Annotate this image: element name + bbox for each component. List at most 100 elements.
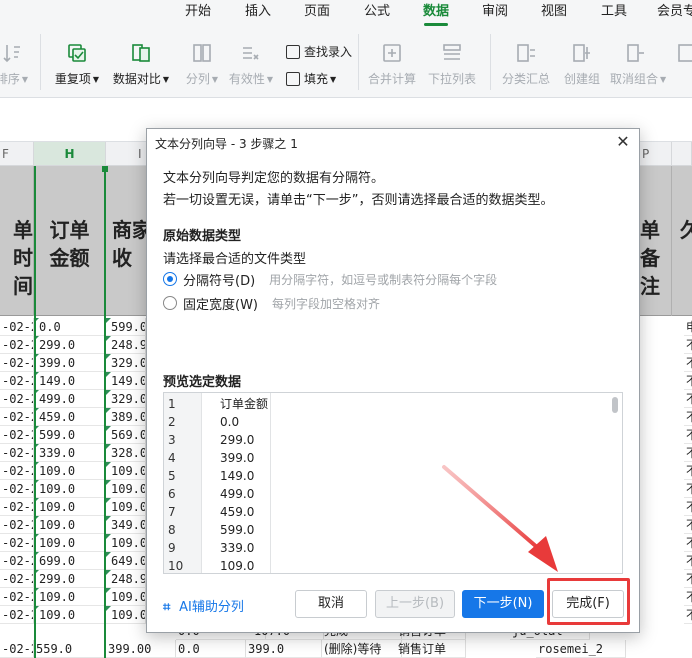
table-cell[interactable]: 248.9 [106, 570, 146, 588]
table-cell[interactable]: 149.0 [34, 372, 106, 390]
table-cell[interactable]: 0.0 [34, 318, 106, 336]
table-cell[interactable]: rosemei_2 [536, 640, 626, 658]
table-cell[interactable]: -02-2 [0, 570, 34, 588]
table-cell[interactable]: -02-2 [0, 480, 34, 498]
table-cell[interactable]: 149.0 [106, 372, 146, 390]
table-cell[interactable]: 不 [684, 516, 692, 534]
table-cell[interactable]: 649.0 [106, 552, 146, 570]
close-icon[interactable]: ✕ [613, 132, 633, 152]
table-cell[interactable]: 699.0 [34, 552, 106, 570]
table-cell[interactable]: -02-2 [0, 444, 34, 462]
table-cell[interactable]: 339.0 [34, 444, 106, 462]
table-cell[interactable]: 不 [684, 462, 692, 480]
cancel-button[interactable]: 取消 [295, 590, 367, 618]
table-cell[interactable]: 109.0 [106, 498, 146, 516]
radio-fixed-width[interactable] [163, 296, 177, 310]
tab-view[interactable]: 视图 [541, 0, 567, 26]
split-button[interactable]: 分列 ▼ [180, 42, 224, 87]
option-fixed-width[interactable]: 固定宽度(W) 每列字段加空格对齐 [163, 293, 380, 313]
table-cell[interactable]: 不 [684, 498, 692, 516]
table-cell[interactable]: 569.0 [106, 426, 146, 444]
table-cell[interactable]: -02-2 [0, 318, 34, 336]
table-cell[interactable]: 不 [684, 534, 692, 552]
column-header-q[interactable] [672, 142, 692, 166]
tab-tools[interactable]: 工具 [601, 0, 627, 26]
compare-button[interactable]: 数据对比 ▼ [110, 42, 172, 87]
table-cell[interactable]: 不 [684, 354, 692, 372]
table-cell[interactable]: -02-2 [0, 640, 34, 658]
table-cell[interactable]: 109.0 [34, 606, 106, 624]
table-cell[interactable]: -02-2 [0, 390, 34, 408]
table-cell[interactable]: 109.0 [34, 498, 106, 516]
preview-pane[interactable]: 1 订单金额 2 0.0 3 299.0 4 399.0 5 149.0 6 499.0 7 459.0 8… [163, 392, 623, 574]
more-toolbar-button[interactable] [672, 42, 692, 64]
table-cell[interactable]: 0.0 [176, 640, 246, 658]
table-cell[interactable]: 销售订单 [396, 640, 466, 658]
ungroup-button[interactable]: 取消组合 ▼ [610, 42, 666, 87]
table-cell[interactable]: 299.0 [34, 570, 106, 588]
table-cell[interactable]: 499.0 [34, 390, 106, 408]
table-cell[interactable]: 不 [684, 336, 692, 354]
header-order-time[interactable]: 单时间 [0, 166, 34, 316]
table-cell[interactable]: 109.0 [34, 480, 106, 498]
column-header-h[interactable]: H [34, 142, 106, 166]
table-cell[interactable]: 599.0 [106, 318, 146, 336]
table-cell[interactable]: -02-2 [0, 606, 34, 624]
preview-scrollbar[interactable] [612, 397, 618, 413]
table-cell[interactable]: -02-2 [0, 372, 34, 390]
table-cell[interactable]: 109.0 [34, 462, 106, 480]
table-cell[interactable]: -02-2 [0, 516, 34, 534]
table-cell[interactable]: -02-2 [0, 534, 34, 552]
previous-step-button[interactable]: 上一步(B) [375, 590, 455, 618]
table-cell[interactable]: 109.0 [106, 480, 146, 498]
tab-page[interactable]: 页面 [304, 0, 330, 26]
table-cell[interactable]: -02-2 [0, 552, 34, 570]
table-cell[interactable]: 申 [684, 318, 692, 336]
tab-insert[interactable]: 插入 [245, 0, 271, 26]
table-cell[interactable]: 349.0 [106, 516, 146, 534]
table-cell[interactable]: 599.0 [34, 426, 106, 444]
tab-home[interactable]: 开始 [185, 0, 211, 26]
table-cell[interactable]: 329.0 [106, 354, 146, 372]
table-cell[interactable]: 109.0 [106, 462, 146, 480]
table-cell[interactable]: 109.0 [106, 534, 146, 552]
table-cell[interactable]: 不 [684, 444, 692, 462]
sort-button[interactable]: 排序 ▼ [0, 42, 34, 87]
table-cell[interactable]: 399.00 [106, 640, 176, 658]
table-cell[interactable]: 248.9 [106, 336, 146, 354]
next-step-button[interactable]: 下一步(N) [462, 590, 544, 618]
duplicates-button[interactable]: 重复项 ▼ [52, 42, 102, 87]
validity-button[interactable]: 有效性 ▼ [226, 42, 276, 87]
table-cell[interactable]: 109.0 [34, 588, 106, 606]
table-cell[interactable]: 不 [684, 570, 692, 588]
radio-delimited[interactable] [163, 272, 177, 286]
ai-split-link[interactable]: ⌗ AI辅助分列 [163, 596, 244, 615]
lookup-button[interactable]: 查找录入 [286, 42, 352, 62]
table-cell[interactable]: 559.0 [34, 640, 106, 658]
table-cell[interactable]: 不 [684, 390, 692, 408]
table-cell[interactable]: 不 [684, 408, 692, 426]
table-cell[interactable]: 109.0 [34, 516, 106, 534]
table-cell[interactable]: 399.0 [246, 640, 322, 658]
table-cell[interactable]: 328.0 [106, 444, 146, 462]
tab-review[interactable]: 审阅 [482, 0, 508, 26]
option-delimited[interactable]: 分隔符号(D) 用分隔字符，如逗号或制表符分隔每个字段 [163, 269, 497, 289]
table-cell[interactable]: -02-2 [0, 588, 34, 606]
table-cell[interactable]: 459.0 [34, 408, 106, 426]
table-cell[interactable]: 不 [684, 588, 692, 606]
dropdown-list-button[interactable]: 下拉列表 [426, 42, 478, 87]
table-cell[interactable]: 329.0 [106, 390, 146, 408]
table-cell[interactable]: 不 [684, 480, 692, 498]
table-cell[interactable]: 389.0 [106, 408, 146, 426]
header-order-amount[interactable]: 订单金额 [34, 166, 106, 316]
table-cell[interactable]: 不 [684, 372, 692, 390]
consolidate-button[interactable]: 合并计算 [366, 42, 418, 87]
header-next-column[interactable]: 久 [672, 166, 692, 316]
table-cell[interactable]: -02-2 [0, 336, 34, 354]
table-cell[interactable]: 不 [684, 426, 692, 444]
table-cell[interactable]: (删除)等待 [322, 640, 402, 658]
column-header-f[interactable]: F [0, 142, 34, 166]
selection-handle[interactable] [102, 166, 108, 172]
table-cell[interactable]: 109.0 [106, 588, 146, 606]
subtotal-button[interactable]: 分类汇总 [500, 42, 552, 87]
